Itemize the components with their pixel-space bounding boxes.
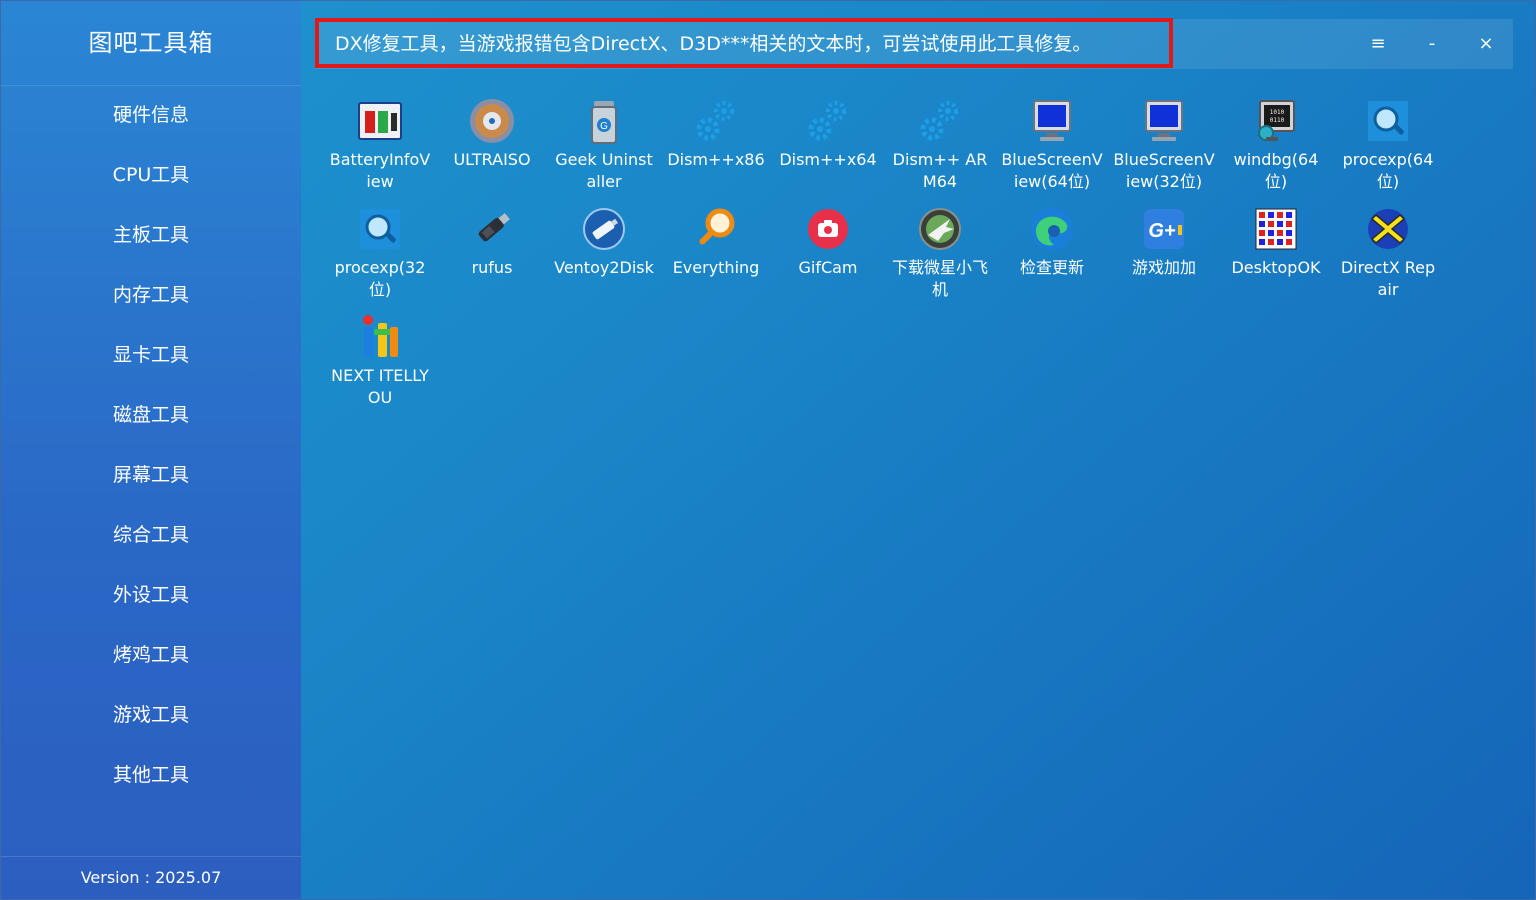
sidebar-item-game-tools[interactable]: 游戏工具 [1, 685, 301, 745]
tool-label: BlueScreenView(64位) [1001, 150, 1103, 191]
tool-rufus[interactable]: rufus [436, 201, 548, 305]
tool-label: Dism++x64 [779, 150, 877, 169]
tool-label: Ventoy2Disk [554, 258, 654, 277]
directx-icon [1368, 209, 1408, 249]
tool-label: 游戏加加 [1131, 258, 1196, 277]
sidebar-item-other-tools[interactable]: 其他工具 [1, 745, 301, 805]
tool-msi-afterburner-download[interactable]: 下载微星小飞机 [884, 201, 996, 305]
version-label: Version : 2025.07 [1, 856, 301, 899]
sidebar-nav: 硬件信息 CPU工具 主板工具 内存工具 显卡工具 磁盘工具 屏幕工具 综合工具… [1, 85, 301, 805]
tool-label: Geek Uninstaller [555, 150, 653, 191]
tool-label: Everything [672, 258, 760, 277]
tool-bluescreenview-32[interactable]: BlueScreenView(32位) [1108, 93, 1220, 197]
svg-text:1010: 1010 [1270, 109, 1285, 116]
tool-dism-arm64[interactable]: Dism++ ARM64 [884, 93, 996, 197]
tool-label: Dism++x86 [667, 150, 765, 169]
sidebar-item-gpu-tools[interactable]: 显卡工具 [1, 325, 301, 385]
tool-label: DesktopOK [1231, 258, 1321, 277]
search-icon [699, 208, 735, 245]
desktop-grid-icon [1255, 208, 1297, 250]
tool-ventoy2disk[interactable]: Ventoy2Disk [548, 201, 660, 305]
sidebar: 图吧工具箱 硬件信息 CPU工具 主板工具 内存工具 显卡工具 磁盘工具 屏幕工… [1, 1, 301, 899]
gears-icon [920, 101, 958, 141]
gears-icon [808, 101, 846, 141]
monitor-icon [1145, 100, 1183, 141]
sidebar-item-general-tools[interactable]: 综合工具 [1, 505, 301, 565]
menu-button[interactable]: ≡ [1353, 19, 1403, 69]
tool-desktopok[interactable]: DesktopOK [1220, 201, 1332, 305]
sidebar-item-hardware-info[interactable]: 硬件信息 [1, 85, 301, 145]
tool-gifcam[interactable]: GifCam [772, 201, 884, 305]
tool-label: procexp(64位) [1342, 150, 1434, 191]
itellyou-icon [363, 315, 398, 357]
tool-label: ULTRAISO [453, 150, 531, 169]
debugger-icon: 1010 0110 [1258, 100, 1295, 141]
tool-label: GifCam [798, 258, 858, 277]
tool-directx-repair[interactable]: DirectX Repair [1332, 201, 1444, 305]
sidebar-item-stress-test-tools[interactable]: 烤鸡工具 [1, 625, 301, 685]
tool-label: Dism++ ARM64 [892, 150, 988, 191]
sidebar-item-memory-tools[interactable]: 内存工具 [1, 265, 301, 325]
tool-label: BlueScreenView(32位) [1113, 150, 1215, 191]
tool-procexp-32[interactable]: procexp(32位) [324, 201, 436, 305]
sidebar-item-peripheral-tools[interactable]: 外设工具 [1, 565, 301, 625]
tool-label: rufus [471, 258, 513, 277]
tool-windbg-64[interactable]: 1010 0110 windbg(64位) [1220, 93, 1332, 197]
tool-procexp-64[interactable]: procexp(64位) [1332, 93, 1444, 197]
ventoy-icon [583, 208, 625, 250]
tool-dism-x86[interactable]: Dism++x86 [660, 93, 772, 197]
tool-label: procexp(32位) [334, 258, 426, 299]
trash-can-icon: G [591, 101, 617, 144]
minimize-button[interactable]: - [1407, 19, 1457, 69]
tool-ultraiso[interactable]: ULTRAISO [436, 93, 548, 197]
magnifier-icon [1368, 101, 1408, 141]
tool-label: BatteryInfoView [329, 150, 431, 191]
disc-icon [470, 99, 514, 143]
tool-check-update[interactable]: 检查更新 [996, 201, 1108, 305]
camera-icon [808, 209, 848, 249]
tool-label: 检查更新 [1019, 258, 1084, 277]
tool-batteryinfoview[interactable]: BatteryInfoView [324, 93, 436, 197]
svg-text:G: G [600, 121, 608, 132]
tool-dism-x64[interactable]: Dism++x64 [772, 93, 884, 197]
sidebar-item-disk-tools[interactable]: 磁盘工具 [1, 385, 301, 445]
tool-label: windbg(64位) [1233, 150, 1319, 191]
edge-icon [1031, 208, 1073, 250]
app-window: 图吧工具箱 硬件信息 CPU工具 主板工具 内存工具 显卡工具 磁盘工具 屏幕工… [0, 0, 1536, 900]
tool-label: NEXT ITELLYOU [331, 366, 429, 407]
gears-icon [696, 101, 734, 141]
usb-drive-icon [478, 213, 510, 242]
sidebar-item-cpu-tools[interactable]: CPU工具 [1, 145, 301, 205]
sidebar-item-screen-tools[interactable]: 屏幕工具 [1, 445, 301, 505]
magnifier-icon [360, 209, 400, 249]
tool-geek-uninstaller[interactable]: G Geek Uninstaller [548, 93, 660, 197]
tool-next-itellyou[interactable]: NEXT ITELLYOU [324, 309, 436, 413]
tool-tip-text: DX修复工具，当游戏报错包含DirectX、D3D***相关的文本时，可尝试使用… [335, 33, 1092, 55]
close-button[interactable]: × [1461, 19, 1511, 69]
airplane-icon [919, 208, 961, 250]
svg-text:G+: G+ [1148, 220, 1176, 242]
game-plus-icon: G+ [1144, 209, 1184, 249]
tool-game-plus[interactable]: G+ 游戏加加 [1108, 201, 1220, 305]
battery-icon [358, 102, 402, 140]
tool-label: 下载微星小飞机 [891, 258, 988, 299]
tool-label: DirectX Repair [1340, 258, 1436, 299]
tool-bluescreenview-64[interactable]: BlueScreenView(64位) [996, 93, 1108, 197]
monitor-icon [1033, 100, 1071, 141]
tool-everything[interactable]: Everything [660, 201, 772, 305]
app-title: 图吧工具箱 [1, 1, 301, 86]
sidebar-item-motherboard-tools[interactable]: 主板工具 [1, 205, 301, 265]
svg-text:0110: 0110 [1270, 117, 1285, 124]
